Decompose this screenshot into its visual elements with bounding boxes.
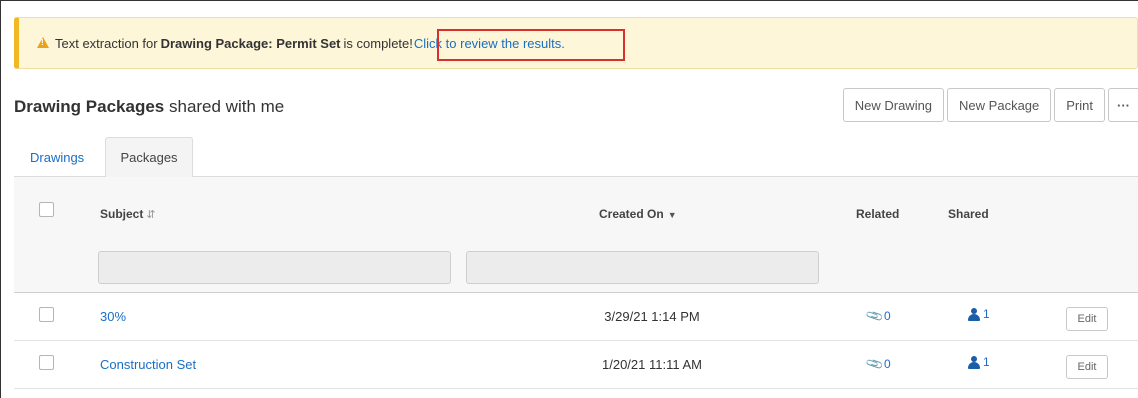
row-created-on: 3/29/21 1:14 PM xyxy=(604,309,700,324)
row-related-count: 0 xyxy=(883,309,891,323)
row-shared[interactable]: 1 xyxy=(968,355,990,369)
table-row: Construction Set 1/20/21 11:11 AM 📎0 1 E… xyxy=(14,341,1138,389)
alert-package-name: Drawing Package: Permit Set xyxy=(160,35,341,51)
warning-icon xyxy=(37,36,49,48)
row-related[interactable]: 📎0 xyxy=(864,354,891,374)
more-options-button[interactable]: ··· xyxy=(1108,88,1138,122)
edit-button[interactable]: Edit xyxy=(1066,307,1108,331)
table-row: 30% 3/29/21 1:14 PM 📎0 1 Edit xyxy=(14,293,1138,341)
row-checkbox[interactable] xyxy=(39,355,54,370)
page-title: Drawing Packages shared with me xyxy=(14,97,284,117)
row-subject-link[interactable]: Construction Set xyxy=(100,357,196,372)
column-created-on[interactable]: Created On ▼ xyxy=(599,207,677,221)
tab-drawings[interactable]: Drawings xyxy=(14,137,100,177)
new-drawing-button[interactable]: New Drawing xyxy=(842,88,945,122)
column-created-on-label: Created On xyxy=(599,207,664,221)
review-results-link[interactable]: Click to review the results. xyxy=(414,36,565,51)
row-related[interactable]: 📎0 xyxy=(864,306,891,326)
row-created-on: 1/20/21 11:11 AM xyxy=(602,357,702,372)
user-icon xyxy=(968,307,980,321)
caret-down-icon: ▼ xyxy=(667,210,677,220)
subject-filter-input[interactable] xyxy=(98,251,451,284)
edit-button[interactable]: Edit xyxy=(1066,355,1108,379)
table-header: Subject ⇵ Created On ▼ Related Shared xyxy=(14,177,1138,250)
tab-bar: Drawings Packages xyxy=(14,137,1138,178)
column-shared: Shared xyxy=(948,207,989,221)
alert-prefix: Text extraction for xyxy=(55,35,158,51)
row-subject-link[interactable]: 30% xyxy=(100,309,126,324)
paperclip-icon: 📎 xyxy=(864,306,885,326)
row-shared[interactable]: 1 xyxy=(968,307,990,321)
toolbar: New Drawing New Package Print ··· xyxy=(842,88,1138,122)
row-shared-count: 1 xyxy=(983,355,990,369)
row-shared-count: 1 xyxy=(983,307,990,321)
row-checkbox[interactable] xyxy=(39,307,54,322)
alert-suffix: is complete! xyxy=(343,35,413,51)
table-body: 30% 3/29/21 1:14 PM 📎0 1 Edit Constructi… xyxy=(14,292,1138,389)
text-extraction-alert: Text extraction for Drawing Package: Per… xyxy=(14,17,1138,69)
sort-icon: ⇵ xyxy=(146,209,156,221)
column-related: Related xyxy=(856,207,900,221)
page-title-bold: Drawing Packages xyxy=(14,97,165,116)
paperclip-icon: 📎 xyxy=(864,354,885,374)
new-package-button[interactable]: New Package xyxy=(947,88,1052,122)
print-button[interactable]: Print xyxy=(1054,88,1105,122)
user-icon xyxy=(968,355,980,369)
column-subject[interactable]: Subject ⇵ xyxy=(100,207,156,221)
packages-table: Subject ⇵ Created On ▼ Related Shared 30% … xyxy=(14,177,1138,389)
tab-packages[interactable]: Packages xyxy=(105,137,193,178)
select-all-checkbox[interactable] xyxy=(39,202,54,217)
column-subject-label: Subject xyxy=(100,207,144,221)
page-title-rest: shared with me xyxy=(168,97,285,116)
row-related-count: 0 xyxy=(883,357,891,371)
created-on-filter-input[interactable] xyxy=(466,251,819,284)
